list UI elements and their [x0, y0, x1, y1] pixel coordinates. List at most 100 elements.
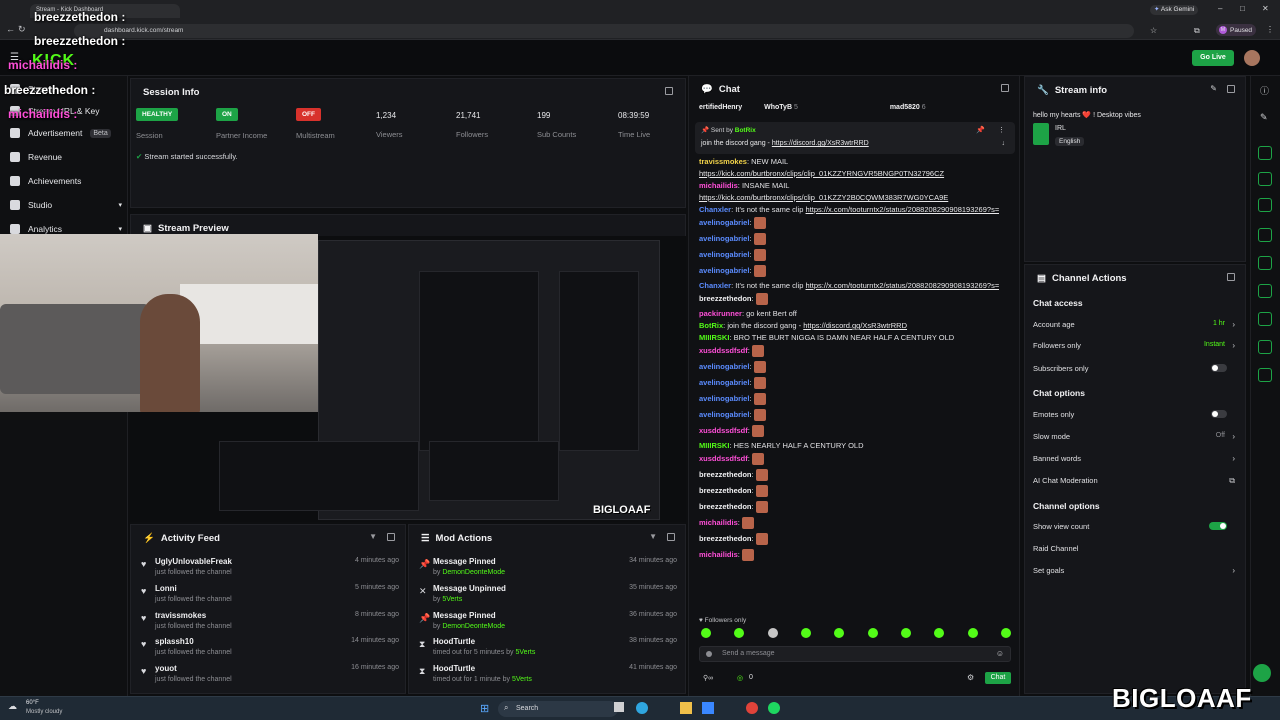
chat-link[interactable]: https://x.com/tooturntx2/status/20882082…: [806, 205, 999, 214]
mod-action[interactable]: HoodTurtle: [433, 637, 475, 646]
moderator-name[interactable]: 5Verts: [516, 649, 536, 656]
chat-username[interactable]: breezzethedon: [699, 470, 752, 479]
chat-username[interactable]: avelinogabriel: [699, 218, 749, 227]
chat-username[interactable]: michailidis: [699, 550, 738, 559]
sidebar-item-studio[interactable]: Studio ▾: [10, 196, 122, 214]
popout-icon[interactable]: [1227, 273, 1235, 281]
top-user[interactable]: ertifiedHenry: [699, 104, 742, 111]
chrome-icon[interactable]: [746, 702, 758, 714]
edge-icon[interactable]: [636, 702, 648, 714]
follower-name[interactable]: splassh10: [155, 637, 194, 646]
emote-icon[interactable]: [900, 628, 911, 638]
subscribers-only-toggle[interactable]: [1211, 364, 1227, 372]
collapse-icon[interactable]: ↓: [1002, 140, 1006, 147]
chat-username[interactable]: breezzethedon: [699, 534, 752, 543]
chat-username[interactable]: michailidis: [699, 181, 738, 190]
emote-icon[interactable]: [701, 628, 711, 638]
emote-icon[interactable]: [1000, 628, 1011, 638]
follower-name[interactable]: travissmokes: [155, 611, 206, 620]
chat-username[interactable]: MIIIRSKI: [699, 333, 729, 342]
follower-name[interactable]: Lonni: [155, 584, 177, 593]
chat-username[interactable]: avelinogabriel: [699, 394, 749, 403]
chat-username[interactable]: breezzethedon: [699, 294, 752, 303]
rail-settings-button[interactable]: [1258, 340, 1272, 354]
popout-icon[interactable]: [387, 533, 395, 541]
chat-username[interactable]: Chanxler: [699, 205, 731, 214]
back-icon[interactable]: ←: [6, 24, 15, 34]
chat-link[interactable]: https://x.com/tooturntx2/status/20882082…: [806, 281, 999, 290]
pinned-sender[interactable]: BotRix: [735, 127, 756, 134]
chat-username[interactable]: breezzethedon: [699, 486, 752, 495]
slow-mode-setting[interactable]: Slow mode Off ›: [1033, 432, 1235, 444]
chat-username[interactable]: packirunner: [699, 309, 742, 318]
popout-icon[interactable]: [667, 533, 675, 541]
edit-icon[interactable]: ✎: [1210, 84, 1217, 93]
emote-icon[interactable]: [767, 628, 778, 638]
extensions-icon[interactable]: ⧉: [1194, 26, 1200, 36]
chat-username[interactable]: xusddssdfsdf: [699, 346, 748, 355]
pinned-link[interactable]: https://discord.gg/XsR3wtrRRD: [772, 140, 869, 147]
chat-link[interactable]: https://discord.gg/XsR3wtrRRD: [803, 321, 907, 330]
more-icon[interactable]: ⋮: [998, 126, 1005, 134]
chat-settings-icon[interactable]: ⚙: [967, 673, 974, 682]
browser-menu-icon[interactable]: ⋮: [1266, 25, 1274, 34]
moderator-name[interactable]: DemonDeonteMode: [442, 569, 505, 576]
filter-icon[interactable]: ▼: [649, 532, 657, 541]
followers-only-setting[interactable]: Followers only Instant ›: [1033, 341, 1235, 353]
go-live-button[interactable]: Go Live: [1192, 50, 1234, 66]
show-view-count-toggle[interactable]: [1209, 522, 1227, 530]
emote-icon[interactable]: [834, 628, 845, 638]
rail-code-button[interactable]: [1258, 256, 1272, 270]
rail-activity-button[interactable]: [1258, 172, 1272, 186]
chat-link[interactable]: https://kick.com/burtbronx/clips/clip_01…: [699, 169, 944, 178]
pinned-message[interactable]: 📌 Sent by BotRix join the discord gang -…: [695, 122, 1015, 154]
rail-diamond-button[interactable]: [1258, 368, 1272, 382]
banned-words-setting[interactable]: Banned words ›: [1033, 454, 1235, 466]
store-icon[interactable]: [702, 702, 714, 714]
sidebar-item-revenue[interactable]: Revenue: [10, 148, 122, 166]
rail-list-button[interactable]: [1258, 198, 1272, 212]
spotify-icon[interactable]: [768, 702, 780, 714]
maximize-icon[interactable]: □: [1240, 4, 1245, 13]
account-age-setting[interactable]: Account age 1 hr ›: [1033, 320, 1235, 332]
rail-stack-button[interactable]: [1258, 284, 1272, 298]
raid-channel-setting[interactable]: Raid Channel: [1033, 544, 1235, 556]
sidebar-item-advertisement[interactable]: Advertisement Beta: [10, 124, 122, 142]
chat-username[interactable]: avelinogabriel: [699, 266, 749, 275]
pin-toggle-icon[interactable]: 📌: [976, 126, 985, 134]
chat-username[interactable]: xusddssdfsdf: [699, 454, 748, 463]
chat-username[interactable]: avelinogabriel: [699, 250, 749, 259]
emote-icon[interactable]: [934, 628, 945, 638]
ask-gemini-button[interactable]: ✦ Ask Gemini: [1150, 5, 1199, 15]
explorer-icon[interactable]: [680, 702, 692, 714]
taskview-icon[interactable]: [614, 702, 624, 712]
chat-username[interactable]: BotRix: [699, 321, 723, 330]
chat-input[interactable]: Send a message ☺: [699, 646, 1011, 662]
info-icon[interactable]: ⓘ: [1260, 84, 1269, 97]
help-bubble-icon[interactable]: [1253, 664, 1271, 682]
chat-username[interactable]: avelinogabriel: [699, 362, 749, 371]
rail-message-button[interactable]: [1258, 228, 1272, 242]
chat-username[interactable]: avelinogabriel: [699, 234, 749, 243]
moderator-name[interactable]: DemonDeonteMode: [442, 623, 505, 630]
pen-icon[interactable]: ✎: [1260, 112, 1268, 123]
chat-username[interactable]: MIIIRSKI: [699, 441, 729, 450]
minimize-icon[interactable]: –: [1218, 4, 1222, 13]
chat-send-button[interactable]: Chat: [985, 672, 1011, 684]
chat-username[interactable]: travissmokes: [699, 157, 747, 166]
sidebar-item-achievements[interactable]: Achievements: [10, 172, 122, 190]
link-icon[interactable]: ⚲∞: [703, 674, 713, 682]
moderator-name[interactable]: 5Verts: [512, 676, 532, 683]
emote-icon[interactable]: [734, 628, 745, 638]
chat-username[interactable]: Chanxler: [699, 281, 731, 290]
set-goals-setting[interactable]: Set goals ›: [1033, 566, 1235, 578]
emote-icon[interactable]: [867, 628, 878, 638]
rail-tools-button[interactable]: [1258, 312, 1272, 326]
top-user[interactable]: mad5820: [890, 104, 920, 111]
emoji-icon[interactable]: ☺: [996, 649, 1004, 658]
popout-icon[interactable]: [665, 87, 673, 95]
chat-username[interactable]: avelinogabriel: [699, 410, 749, 419]
bookmark-star-icon[interactable]: ☆: [1150, 26, 1157, 35]
reload-icon[interactable]: ↻: [18, 24, 26, 35]
windows-start-icon[interactable]: ⊞: [480, 702, 489, 715]
